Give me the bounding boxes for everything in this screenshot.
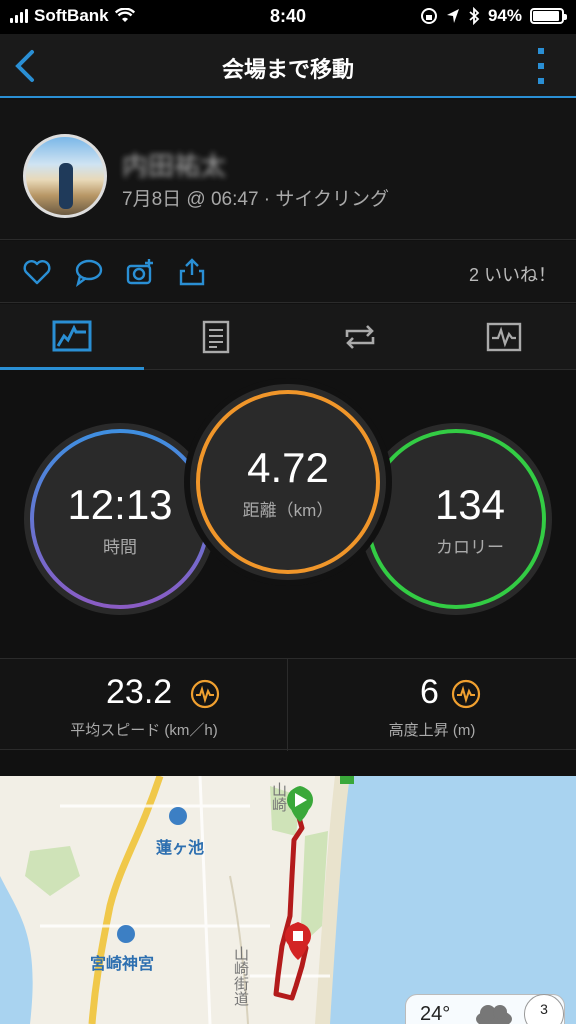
section-gap (0, 751, 576, 776)
battery-icon (530, 8, 567, 24)
calories-label: カロリー (436, 537, 504, 557)
map-label-road: 山崎街道 (232, 946, 249, 1006)
shrine-icon (117, 925, 135, 943)
insight-icon (190, 679, 220, 709)
battery-fill (533, 11, 560, 21)
activity-tabs (0, 304, 576, 370)
highway-road (88, 776, 164, 1024)
activity-meta: 7月8日 @ 06:47 · サイクリング (122, 189, 390, 210)
map-label-shrine: 宮崎神宮 (90, 956, 155, 973)
tab-details[interactable] (144, 304, 288, 370)
time-ring: 12:13 時間 (24, 423, 216, 615)
distance-label: 距離（km） (242, 500, 334, 520)
stats-panel: 12:13 時間 134 カロリー 4.72 距離（km） (0, 371, 576, 657)
time-label: 時間 (103, 537, 137, 557)
sea-area (325, 776, 576, 1024)
page-title: 会場まで移動 (221, 57, 354, 82)
summary-icon (52, 320, 92, 351)
park-area (25, 846, 80, 896)
avatar-figure (59, 163, 73, 209)
poi-icon (340, 776, 354, 784)
station-icon (169, 807, 187, 825)
compass-value: 3 (540, 1001, 548, 1017)
elevation-label: 高度上昇 (m) (388, 722, 476, 739)
distance-ring: 4.72 距離（km） (190, 384, 386, 580)
location-icon (446, 9, 459, 23)
share-icon[interactable] (177, 257, 207, 287)
status-right: 94% (420, 6, 567, 26)
river-area (0, 876, 33, 1024)
cloud-icon (476, 1005, 512, 1024)
document-icon (202, 320, 230, 354)
battery-percent: 94% (487, 6, 522, 25)
tab-laps[interactable] (288, 304, 432, 370)
avg-speed-label: 平均スピード (km／h) (70, 722, 218, 739)
like-icon[interactable] (22, 257, 52, 287)
avg-speed-value: 23.2 (106, 673, 173, 711)
time-value: 12:13 (67, 480, 173, 528)
calories-value: 134 (434, 480, 506, 528)
map-canvas (0, 776, 576, 1024)
metrics-row: 23.2 平均スピード (km／h) 6 高度上昇 (m) (0, 658, 576, 751)
likes-count[interactable]: 2 いいね！ (469, 261, 556, 287)
camera-add-icon[interactable] (125, 257, 155, 287)
avg-speed-metric[interactable]: 23.2 平均スピード (km／h) (0, 659, 288, 751)
distance-value: 4.72 (247, 443, 329, 491)
action-bar: 2 いいね！ (0, 241, 576, 303)
map-label-station: 蓮ヶ池 (156, 840, 205, 857)
route-path (273, 813, 309, 1001)
rotation-lock-icon (420, 8, 437, 24)
user-name[interactable]: 内田祐太 (122, 146, 226, 183)
route-map[interactable]: 蓮ヶ池 宮崎神宮 山崎街道 山崎 24° 3 (0, 776, 576, 1024)
status-bar: SoftBank 8:40 94% (0, 0, 576, 34)
nav-bar: 会場まで移動 (0, 34, 576, 98)
elevation-value: 6 (420, 673, 439, 711)
tab-summary[interactable] (0, 304, 144, 370)
chart-icon (486, 322, 522, 352)
map-label-road-north: 山崎 (270, 782, 287, 812)
calories-ring: 134 カロリー (360, 423, 552, 615)
repeat-icon (345, 325, 375, 349)
bluetooth-icon (469, 7, 480, 25)
weather-temp: 24° (420, 1003, 451, 1024)
more-icon[interactable] (536, 48, 546, 84)
elevation-metric[interactable]: 6 高度上昇 (m) (288, 659, 576, 751)
activity-header: 内田祐太 7月8日 @ 06:47 · サイクリング (0, 100, 576, 240)
comment-icon[interactable] (74, 257, 104, 287)
insight-icon (451, 679, 481, 709)
avatar[interactable] (23, 134, 107, 218)
tab-charts[interactable] (432, 304, 576, 370)
